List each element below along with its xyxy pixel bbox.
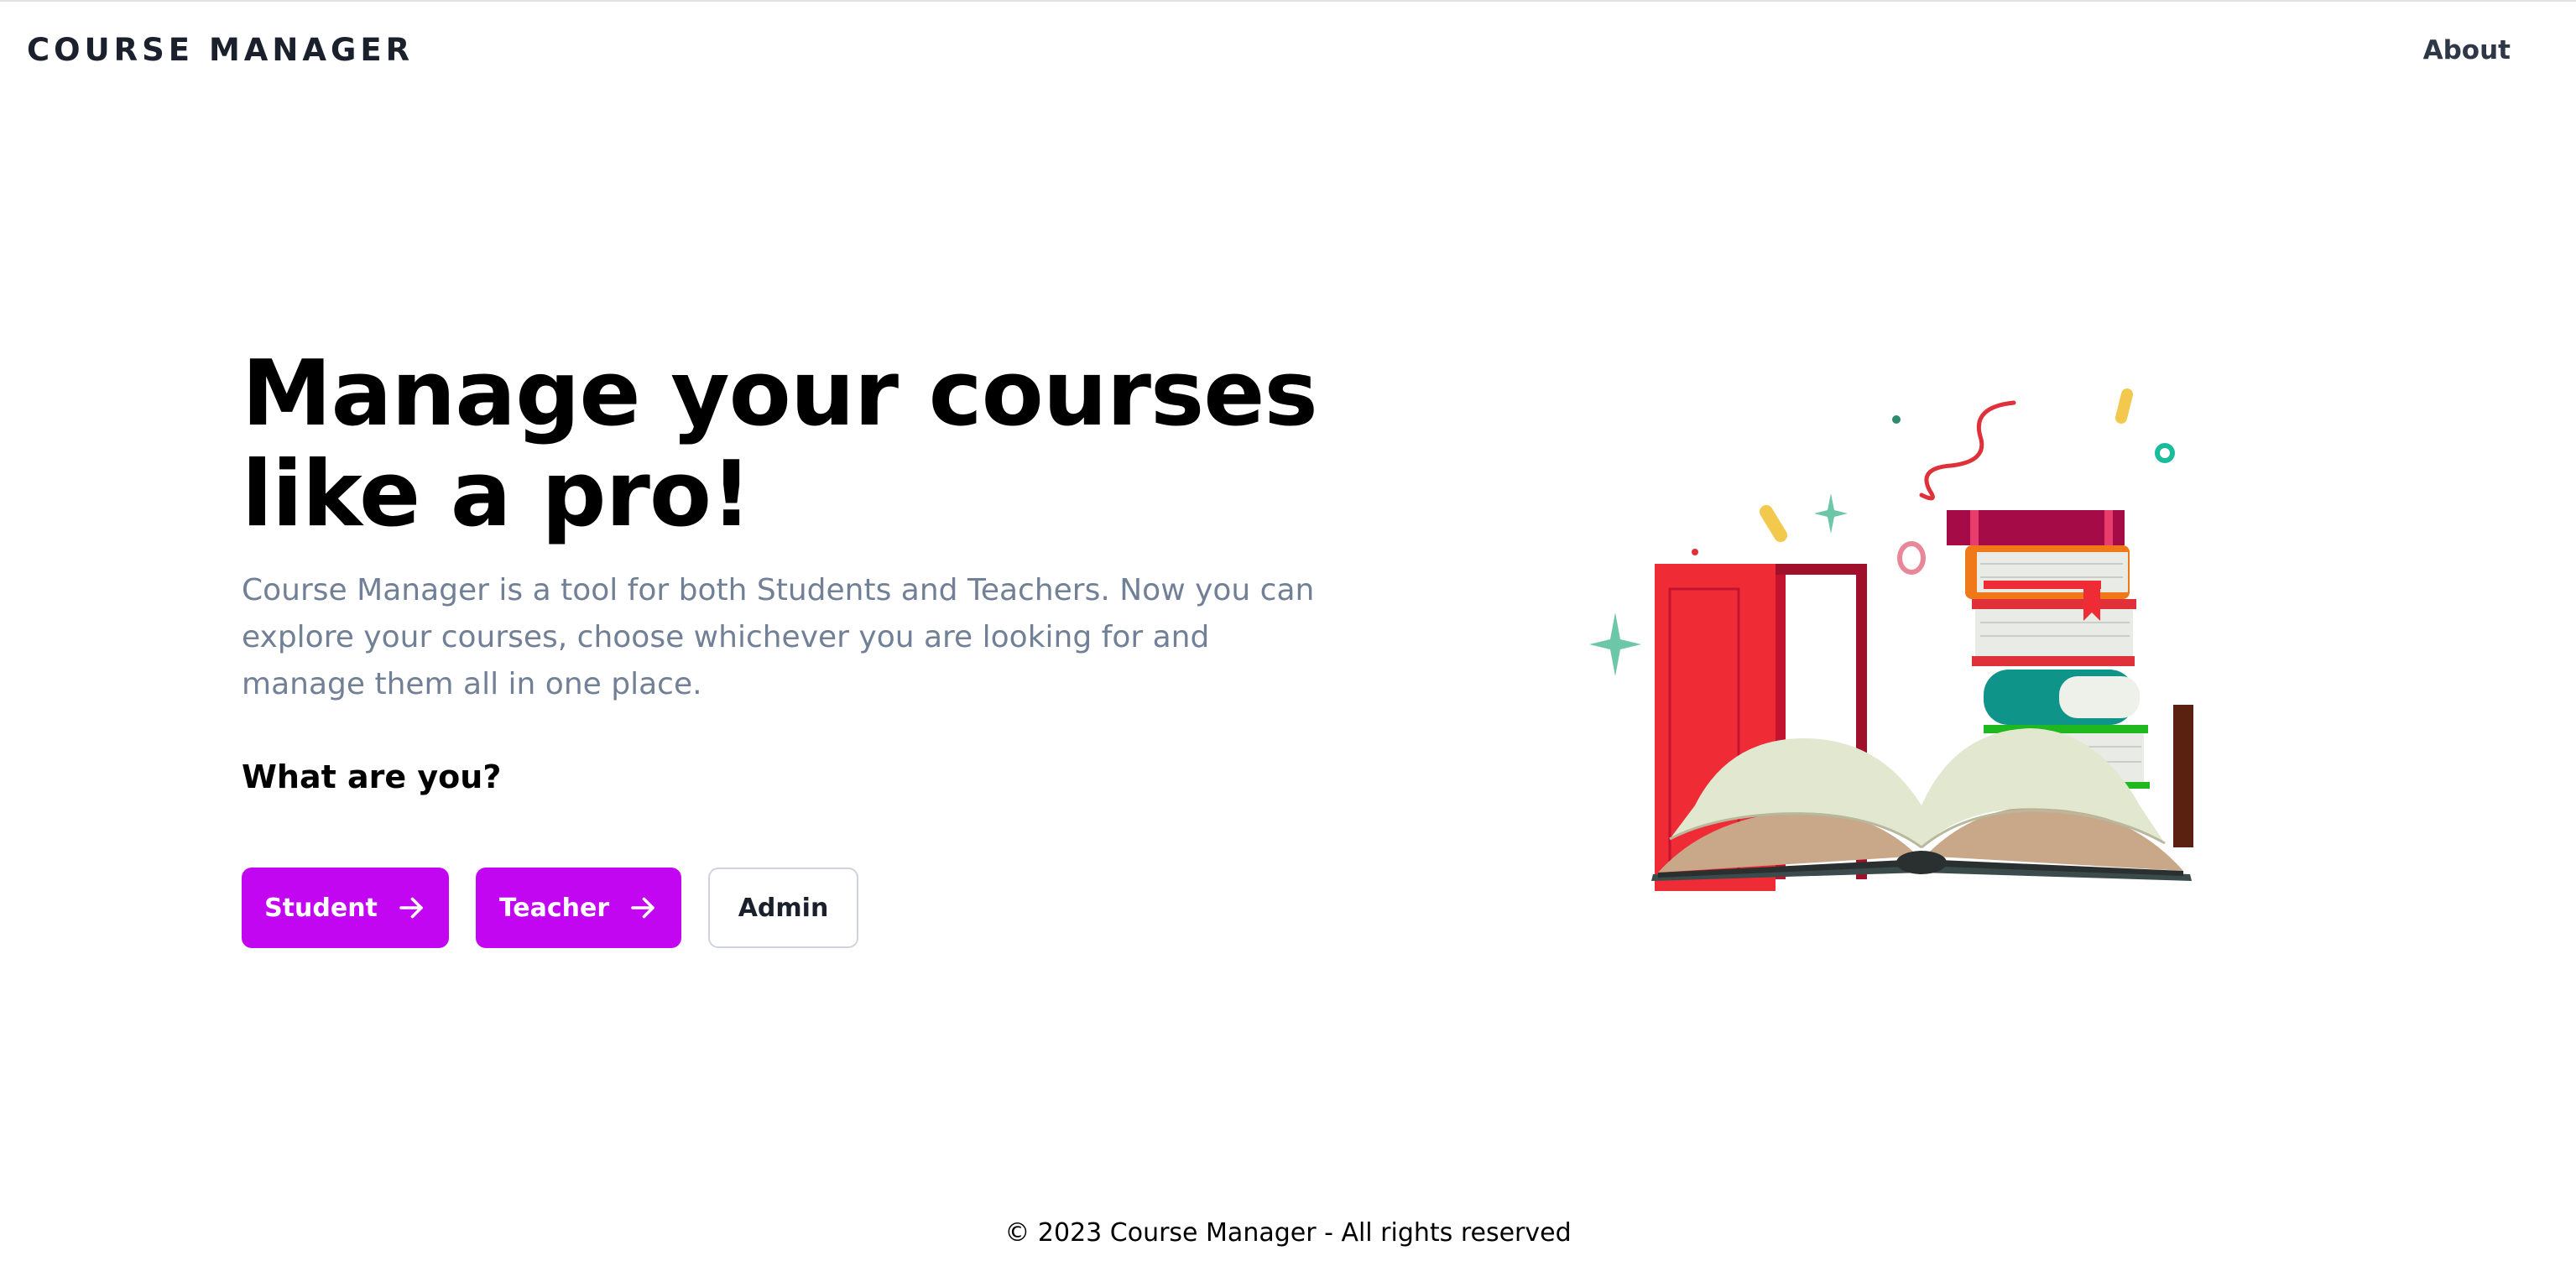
role-buttons: Student Teacher Admin [242,868,858,948]
book [1972,599,2136,609]
confetti-ring [2155,443,2175,463]
teacher-button[interactable]: Teacher [476,868,681,948]
student-button-label: Student [264,893,378,923]
role-question: What are you? [242,758,502,795]
confetti-bar [1760,505,1787,542]
sparkle-icon [1589,612,1641,676]
confetti-squiggle [1919,400,2016,501]
book-pages [1975,609,2133,656]
teacher-button-label: Teacher [498,893,610,923]
sparkle-icon [1814,493,1848,534]
book-band [1970,510,1979,545]
admin-button-label: Admin [738,893,829,923]
nav-about-link[interactable]: About [2423,35,2511,65]
confetti-dot [1892,415,1901,424]
brand-logo[interactable]: COURSE MANAGER [27,32,414,68]
book [1972,656,2135,666]
hero-description: Course Manager is a tool for both Studen… [242,573,1315,701]
book-spine [1896,851,1947,874]
confetti-bar [2115,388,2133,424]
book-spine [2173,705,2193,847]
books-illustration [1589,388,2193,891]
admin-button[interactable]: Admin [708,868,858,948]
confetti-ring [1897,541,1926,575]
arrow-right-icon [399,897,423,919]
arrow-right-icon [631,897,654,919]
navbar: COURSE MANAGER About [0,2,2576,102]
book-pages [2059,676,2140,718]
hero-title: Manage your courses like a pro! [242,341,1318,547]
confetti-dot [1692,549,1698,555]
bookmark-band [1984,581,2101,589]
hero-section: Manage your courses like a pro! Course M… [242,341,1349,796]
footer-copyright: © 2023 Course Manager - All rights reser… [1004,1218,1572,1248]
student-button[interactable]: Student [242,868,449,948]
book-band [2104,510,2113,545]
